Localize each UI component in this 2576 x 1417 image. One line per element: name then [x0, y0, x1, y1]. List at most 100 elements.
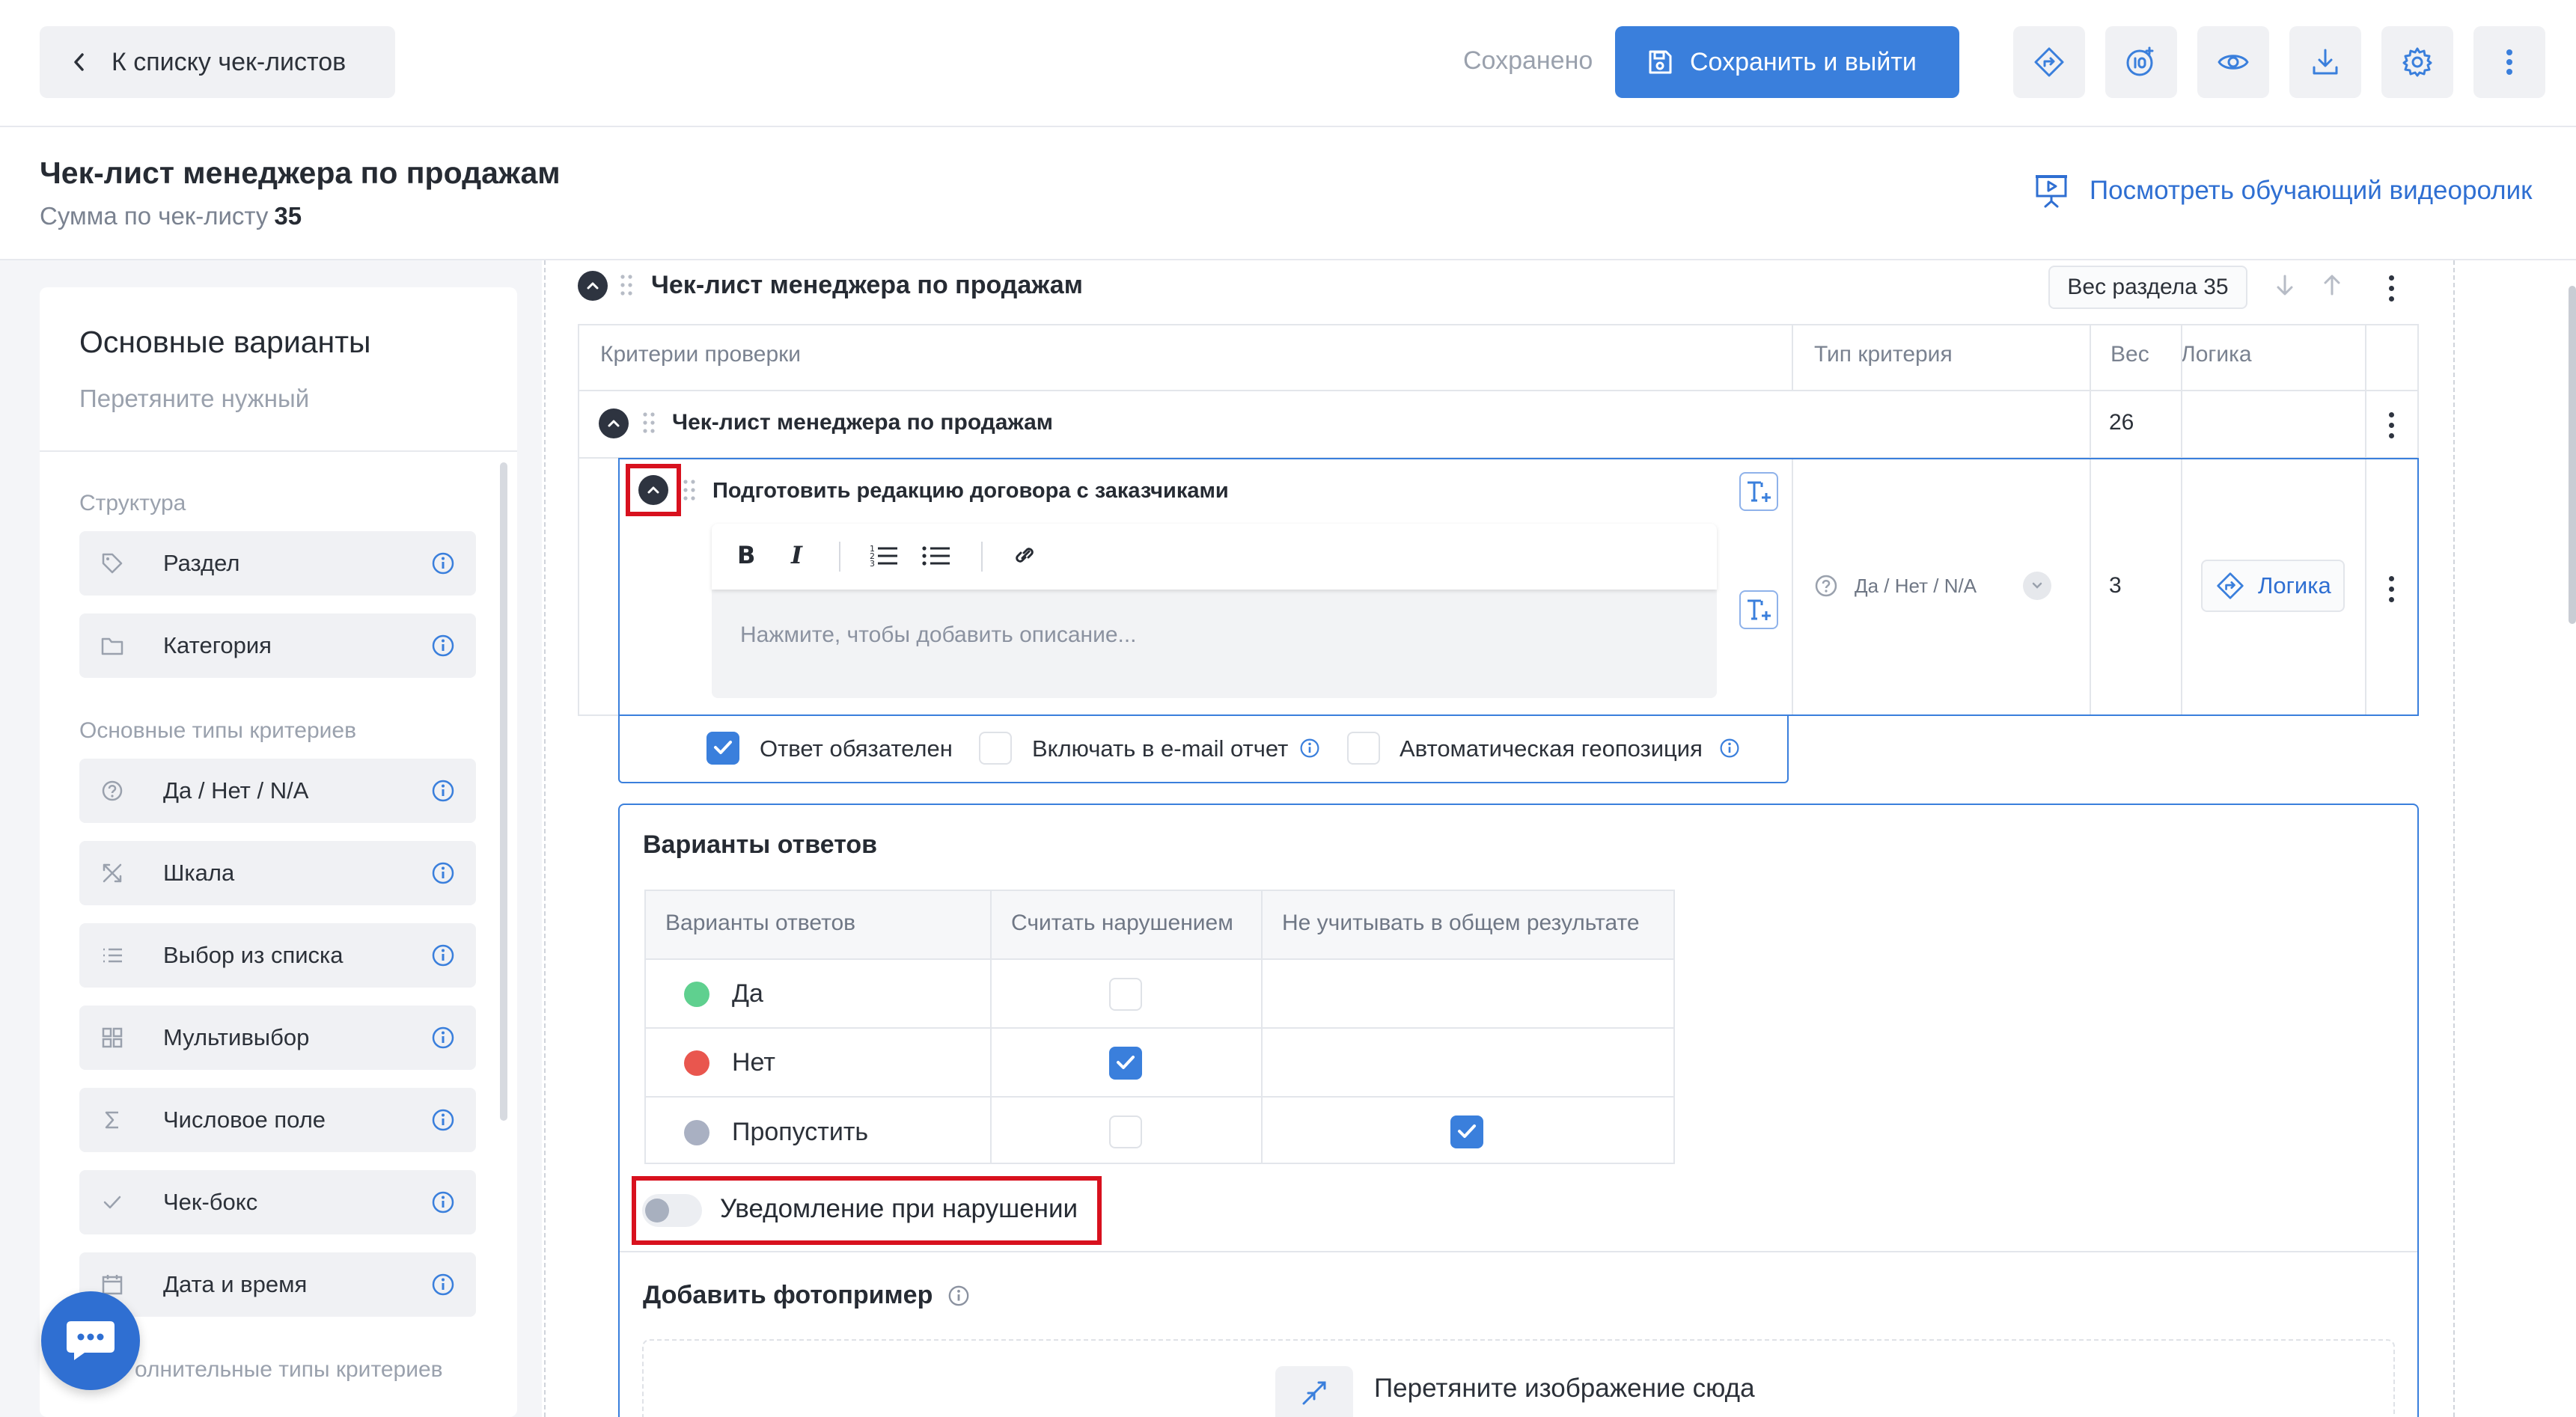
answer-label: Пропустить	[732, 1118, 869, 1146]
info-icon[interactable]	[431, 551, 455, 575]
palette-item-yes-no[interactable]: Да / Нет / N/A	[79, 759, 476, 823]
score-icon	[2125, 46, 2158, 79]
palette-item-multiselect[interactable]: Мультивыбор	[79, 1006, 476, 1070]
criterion-weight[interactable]: 3	[2109, 573, 2122, 599]
category-title[interactable]: Чек-лист менеджера по продажам	[672, 410, 1053, 435]
answer-no: Нет	[684, 1048, 775, 1077]
palette-item-datetime[interactable]: Дата и время	[79, 1252, 476, 1317]
info-icon[interactable]	[1719, 738, 1740, 759]
palette-item-label: Раздел	[163, 550, 240, 576]
include-email-checkbox[interactable]	[979, 732, 1012, 765]
canvas-boundary-left	[544, 260, 546, 1417]
info-icon[interactable]	[431, 1108, 455, 1132]
palette-item-numeric[interactable]: Числовое поле	[79, 1088, 476, 1152]
chevron-up-icon	[607, 419, 620, 428]
palette-item-label: Шкала	[163, 860, 235, 886]
tutorial-video-link[interactable]: Посмотреть обучающий видеоролик	[2034, 174, 2532, 208]
info-icon[interactable]	[431, 861, 455, 885]
move-down-button[interactable]	[2275, 274, 2295, 296]
auto-geolocation-checkbox[interactable]	[1347, 732, 1380, 765]
info-icon[interactable]	[1299, 738, 1320, 759]
palette-scrollbar[interactable]	[500, 462, 507, 1121]
move-up-button[interactable]	[2322, 274, 2342, 296]
palette-item-category[interactable]: Категория	[79, 613, 476, 678]
info-icon[interactable]	[947, 1285, 970, 1307]
back-to-list-button[interactable]: К списку чек-листов	[40, 26, 395, 98]
numbered-list-button[interactable]: 123	[869, 540, 899, 570]
tutorial-video-label: Посмотреть обучающий видеоролик	[2090, 176, 2533, 205]
text-format-description-button[interactable]	[1739, 590, 1778, 629]
skip-violation-checkbox[interactable]	[1109, 1115, 1142, 1148]
section-more-menu[interactable]	[2389, 275, 2395, 307]
dropzone-text: Перетяните изображение сюда	[1374, 1374, 1755, 1403]
palette-title: Основные варианты	[79, 325, 371, 359]
criterion-more-menu[interactable]	[2389, 576, 2395, 607]
tag-icon	[100, 551, 124, 575]
grid-icon	[100, 1026, 124, 1050]
criterion-title[interactable]: Подготовить редакцию договора с заказчик…	[712, 479, 1229, 504]
description-editor[interactable]: B I 123 Нажмите, чтобы добавить описание…	[712, 524, 1717, 698]
italic-button[interactable]: I	[787, 540, 808, 570]
answer-yes: Да	[684, 979, 763, 1009]
chevron-left-icon	[73, 52, 85, 72]
download-toolbar-button[interactable]	[2289, 26, 2361, 98]
info-icon[interactable]	[431, 1273, 455, 1297]
info-icon[interactable]	[431, 1026, 455, 1050]
bold-button[interactable]: B	[734, 540, 755, 570]
text-format-title-button[interactable]	[1739, 472, 1778, 511]
answers-column-header: Варианты ответов	[665, 911, 856, 935]
column-header-criteria: Критерии проверки	[600, 342, 802, 367]
save-icon	[1646, 49, 1673, 76]
chat-support-button[interactable]	[41, 1291, 140, 1390]
more-toolbar-button[interactable]	[2473, 26, 2545, 98]
palette-item-checkbox[interactable]: Чек-бокс	[79, 1170, 476, 1234]
main-scrollbar[interactable]	[2569, 286, 2576, 624]
presentation-icon	[2034, 174, 2069, 208]
required-answer-label: Ответ обязателен	[760, 735, 953, 762]
expand-icon	[1275, 1366, 1353, 1417]
skip-exclude-checkbox[interactable]	[1450, 1115, 1483, 1148]
more-vertical-icon	[2506, 49, 2513, 76]
check-icon	[100, 1190, 124, 1214]
category-weight: 26	[2109, 410, 2134, 435]
bullet-list-button[interactable]	[921, 540, 951, 570]
info-icon[interactable]	[431, 943, 455, 967]
palette-item-label: Числовое поле	[163, 1107, 326, 1133]
settings-toolbar-button[interactable]	[2381, 26, 2453, 98]
yes-violation-checkbox[interactable]	[1109, 978, 1142, 1011]
save-and-exit-button[interactable]: Сохранить и выйти	[1615, 26, 1959, 98]
column-header-type: Тип критерия	[1814, 342, 1953, 367]
palette-item-scale[interactable]: Шкала	[79, 841, 476, 905]
preview-toolbar-button[interactable]	[2197, 26, 2269, 98]
section-collapse-button[interactable]	[578, 271, 608, 301]
category-drag-handle[interactable]	[642, 411, 656, 434]
palette-item-section[interactable]: Раздел	[79, 531, 476, 596]
criterion-type-select[interactable]: Да / Нет / N/A	[1814, 572, 2052, 600]
answer-label: Да	[732, 979, 763, 1008]
info-icon[interactable]	[431, 779, 455, 803]
exclude-column-header: Не учитывать в общем результате	[1282, 911, 1640, 935]
link-button[interactable]	[1011, 540, 1038, 570]
criterion-drag-handle[interactable]	[683, 479, 696, 501]
highlight-frame-collapse	[626, 464, 681, 516]
section-drag-handle[interactable]	[620, 274, 633, 296]
criterion-logic-button[interactable]: Логика	[2201, 560, 2345, 612]
sum-value: 35	[274, 202, 302, 230]
text-plus-icon	[1745, 598, 1772, 622]
basic-types-group-label: Основные типы критериев	[79, 718, 357, 743]
logic-toolbar-button[interactable]	[2013, 26, 2085, 98]
required-answer-checkbox[interactable]	[706, 732, 739, 765]
section-title[interactable]: Чек-лист менеджера по продажам	[651, 271, 1083, 300]
info-icon[interactable]	[431, 634, 455, 658]
numbered-list-icon: 123	[869, 540, 899, 570]
include-email-label: Включать в e-mail отчет	[1032, 735, 1289, 762]
info-icon[interactable]	[431, 1190, 455, 1214]
download-icon	[2310, 47, 2340, 77]
chevron-down-icon	[2023, 572, 2052, 600]
category-more-menu[interactable]	[2389, 412, 2395, 444]
score-toolbar-button[interactable]	[2105, 26, 2177, 98]
palette-item-list-choice[interactable]: Выбор из списка	[79, 923, 476, 988]
arrow-down-icon	[2275, 274, 2295, 296]
category-collapse-button[interactable]	[599, 408, 629, 438]
no-violation-checkbox[interactable]	[1109, 1047, 1142, 1080]
